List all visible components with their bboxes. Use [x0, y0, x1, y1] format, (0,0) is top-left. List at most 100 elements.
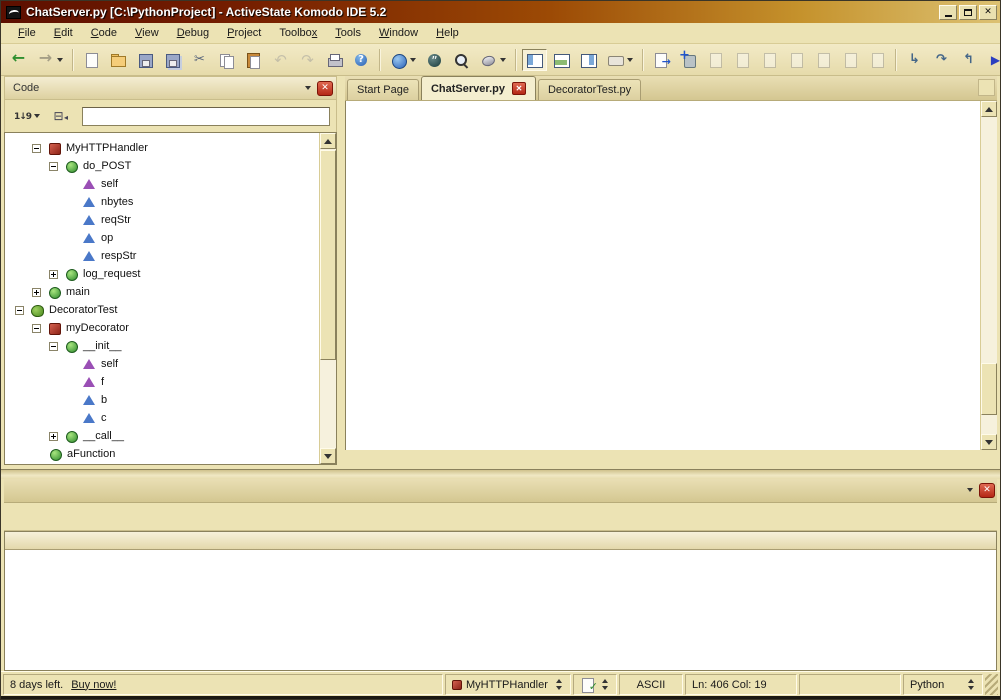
tree-item-__call__[interactable]: __call__	[5, 427, 319, 445]
code-panel-menu-button[interactable]	[298, 80, 314, 96]
tree-item-reqStr[interactable]: reqStr	[5, 211, 319, 229]
tree-item-self[interactable]: self	[5, 175, 319, 193]
preview-in-browser-button[interactable]	[386, 49, 420, 71]
collapse-all-button[interactable]	[46, 105, 71, 127]
expand-icon[interactable]	[32, 288, 41, 297]
tree-item-log_request[interactable]: log_request	[5, 265, 319, 283]
go-continue-button[interactable]	[983, 49, 1001, 71]
syntax-status-box[interactable]	[573, 674, 617, 695]
expand-icon[interactable]	[49, 432, 58, 441]
collapse-icon[interactable]	[32, 324, 41, 333]
tree-item-DecoratorTest[interactable]: DecoratorTest	[5, 301, 319, 319]
minimize-button[interactable]	[939, 5, 957, 20]
menu-window[interactable]: Window	[370, 24, 427, 42]
tree-item-aFunction[interactable]: aFunction	[5, 445, 319, 463]
close-tab-button[interactable]: ✕	[512, 82, 526, 95]
code-panel-close-button[interactable]: ✕	[317, 81, 333, 96]
expand-icon[interactable]	[49, 270, 58, 279]
menu-project[interactable]: Project	[218, 24, 270, 42]
tab-label: DecoratorTest.py	[548, 84, 631, 96]
spinner-icon[interactable]	[967, 678, 976, 691]
buy-now-link[interactable]: Buy now!	[71, 679, 116, 691]
toggle-bottom-pane-button[interactable]	[549, 49, 574, 71]
scroll-down-button[interactable]	[981, 434, 997, 450]
tree-item-nbytes[interactable]: nbytes	[5, 193, 319, 211]
resize-grip[interactable]	[985, 674, 998, 695]
print-button[interactable]	[322, 49, 347, 71]
cut-button[interactable]	[187, 49, 212, 71]
tree-item-main[interactable]: main	[5, 283, 319, 301]
maximize-button[interactable]	[959, 5, 977, 20]
tree-item-f[interactable]: f	[5, 373, 319, 391]
step-out-button[interactable]	[956, 49, 981, 71]
collapse-icon[interactable]	[15, 306, 24, 315]
editor-vertical-scrollbar[interactable]	[980, 101, 997, 450]
collapse-icon[interactable]	[49, 162, 58, 171]
find-button[interactable]	[449, 49, 474, 71]
comment-button[interactable]	[422, 49, 447, 71]
toolbar-separator	[379, 49, 381, 71]
scroll-down-button[interactable]	[320, 448, 336, 464]
copy-button[interactable]	[214, 49, 239, 71]
tree-item-do_POST[interactable]: do_POST	[5, 157, 319, 175]
tab-start-page[interactable]: Start Page	[347, 79, 419, 100]
tree-item-myDecorator[interactable]: myDecorator	[5, 319, 319, 337]
tree-item-op[interactable]: op	[5, 229, 319, 247]
menu-tools[interactable]: Tools	[326, 24, 370, 42]
code-area[interactable]	[346, 101, 980, 450]
scroll-up-button[interactable]	[320, 133, 336, 149]
scc-update-button[interactable]	[649, 49, 674, 71]
scroll-thumb[interactable]	[981, 363, 997, 415]
current-symbol-box[interactable]: MyHTTPHandler	[445, 674, 571, 695]
menu-debug[interactable]: Debug	[168, 24, 218, 42]
save-file-button[interactable]	[133, 49, 158, 71]
collapse-icon[interactable]	[32, 144, 41, 153]
menu-view[interactable]: View	[126, 24, 168, 42]
go-back-button[interactable]	[6, 49, 31, 71]
tab-decoratortest-py[interactable]: DecoratorTest.py	[538, 79, 641, 100]
sort-order-button[interactable]	[10, 105, 44, 127]
tree-item-respStr[interactable]: respStr	[5, 247, 319, 265]
tree-item-c[interactable]: c	[5, 409, 319, 427]
scroll-thumb[interactable]	[320, 150, 336, 360]
tree-item-b[interactable]: b	[5, 391, 319, 409]
save-all-button[interactable]	[160, 49, 185, 71]
close-button[interactable]: ✕	[979, 5, 997, 20]
toggle-right-pane-button[interactable]	[576, 49, 601, 71]
encoding-box[interactable]: ASCII	[619, 674, 683, 695]
tab-chatserver-py[interactable]: ChatServer.py✕	[421, 76, 536, 100]
tree-item-label: DecoratorTest	[49, 304, 117, 316]
scroll-up-button[interactable]	[981, 101, 997, 117]
collapse-icon[interactable]	[49, 342, 58, 351]
tree-scrollbar[interactable]	[319, 133, 336, 464]
new-file-button[interactable]	[79, 49, 104, 71]
vertical-splitter[interactable]	[337, 76, 345, 469]
help-button[interactable]	[349, 49, 374, 71]
menu-toolbox[interactable]: Toolbox	[270, 24, 326, 42]
open-minibuffer-button[interactable]	[603, 49, 637, 71]
open-file-button[interactable]	[106, 49, 131, 71]
tree-item-self[interactable]: self	[5, 355, 319, 373]
tree-item-MyHTTPHandler[interactable]: MyHTTPHandler	[5, 139, 319, 157]
menu-file[interactable]: File	[9, 24, 45, 42]
menu-edit[interactable]: Edit	[45, 24, 82, 42]
tab-list-dropdown[interactable]	[978, 79, 995, 96]
spinner-icon[interactable]	[601, 678, 610, 691]
output-panel-menu-button[interactable]	[960, 482, 976, 498]
go-forward-button[interactable]	[33, 49, 67, 71]
step-over-button[interactable]	[929, 49, 954, 71]
paste-button[interactable]	[241, 49, 266, 71]
horizontal-splitter[interactable]	[1, 469, 1000, 479]
spinner-icon[interactable]	[555, 678, 564, 691]
tree-item-__init__[interactable]: __init__	[5, 337, 319, 355]
record-macro-button[interactable]	[476, 49, 510, 71]
toggle-left-pane-button[interactable]	[522, 49, 547, 71]
language-box[interactable]: Python	[903, 674, 983, 695]
step-in-button[interactable]	[902, 49, 927, 71]
symbol-filter-input[interactable]	[82, 107, 330, 126]
scc-revert-icon	[788, 52, 805, 68]
scc-add-button[interactable]	[676, 49, 701, 71]
menu-code[interactable]: Code	[82, 24, 126, 42]
menu-help[interactable]: Help	[427, 24, 468, 42]
output-panel-close-button[interactable]: ✕	[979, 483, 995, 498]
